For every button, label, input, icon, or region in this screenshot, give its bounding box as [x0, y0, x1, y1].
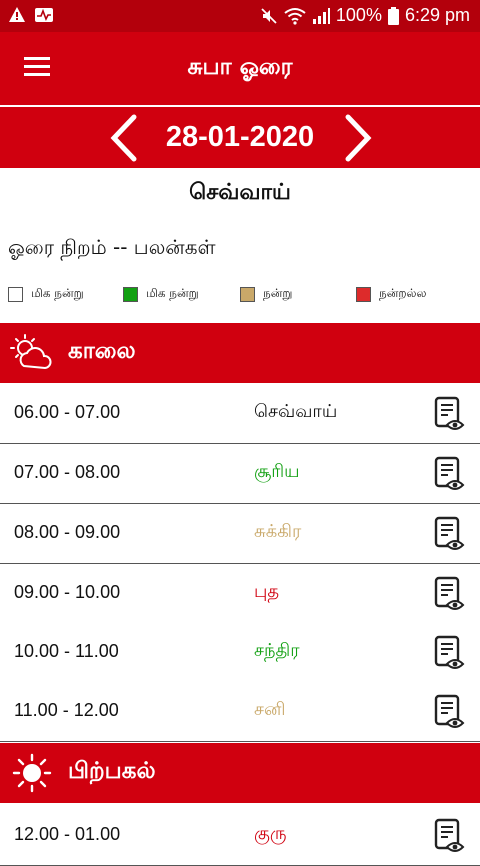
hora-row[interactable]: 11.00 - 12.00 சனி — [0, 682, 480, 742]
hora-time: 08.00 - 09.00 — [14, 522, 121, 542]
hora-row[interactable]: 12.00 - 01.00 குரு — [0, 806, 480, 866]
hora-time: 06.00 - 07.00 — [14, 402, 121, 422]
view-details-icon[interactable] — [434, 635, 466, 671]
hora-row[interactable]: 06.00 - 07.00 செவ்வாய் — [0, 384, 480, 444]
view-details-icon[interactable] — [434, 694, 466, 730]
hora-row[interactable]: 07.00 - 08.00 சூரிய — [0, 444, 480, 504]
view-details-icon[interactable] — [434, 516, 466, 552]
hora-row[interactable]: 10.00 - 11.00 சந்திர — [0, 623, 480, 683]
legend-item: நன்று — [240, 286, 292, 302]
sun-icon — [12, 753, 52, 793]
hora-planet: சுக்கிர — [254, 521, 302, 542]
hora-time: 10.00 - 11.00 — [14, 641, 119, 661]
legend-swatch-white — [8, 286, 23, 302]
hora-time: 07.00 - 08.00 — [14, 462, 121, 482]
legend-item: மிக நன்று — [123, 286, 199, 302]
legend-swatch-red — [356, 286, 371, 302]
legend-label: நன்று — [263, 286, 293, 300]
view-details-icon[interactable] — [434, 576, 466, 612]
hora-time: 12.00 - 01.00 — [14, 824, 121, 844]
hora-time: 11.00 - 12.00 — [14, 700, 119, 720]
view-details-icon[interactable] — [434, 456, 466, 492]
mute-icon — [261, 7, 277, 24]
hora-row[interactable]: 09.00 - 10.00 புத — [0, 564, 480, 624]
section-afternoon: பிற்பகல் — [0, 743, 480, 803]
next-date-icon[interactable] — [336, 113, 376, 163]
activity-icon — [35, 8, 53, 22]
legend-label: மிக நன்று — [31, 286, 84, 300]
legend-swatch-tan — [240, 286, 255, 302]
legend-label: மிக நன்று — [146, 286, 199, 300]
partly-cloudy-icon — [10, 334, 52, 370]
section-morning: காலை — [0, 323, 480, 383]
hora-time: 09.00 - 10.00 — [14, 582, 121, 602]
view-details-icon[interactable] — [434, 396, 466, 432]
signal-icon — [312, 7, 330, 24]
status-bar: 100% 6:29 pm — [0, 0, 480, 32]
hora-planet: செவ்வாய் — [254, 401, 338, 422]
hora-row[interactable]: 08.00 - 09.00 சுக்கிர — [0, 504, 480, 564]
weekday-title: செவ்வாய் — [189, 180, 291, 205]
hora-planet: சூரிய — [254, 461, 300, 482]
section-title: பிற்பகல் — [68, 758, 156, 784]
current-date: 28-01-2020 — [165, 121, 315, 153]
hora-planet: புத — [254, 581, 280, 602]
status-left-icons — [8, 6, 54, 24]
app-bar: சுபா ஓரை — [0, 32, 480, 105]
view-details-icon[interactable] — [434, 818, 466, 854]
date-navigator: 28-01-2020 — [0, 107, 480, 168]
legend-item: நன்றல்ல — [356, 286, 426, 302]
legend-swatch-green — [123, 286, 138, 302]
legend-label: நன்றல்ல — [379, 286, 427, 300]
section-title: காலை — [68, 338, 136, 364]
status-time: 6:29 pm — [404, 5, 470, 25]
legend-item: மிக நன்று — [8, 286, 84, 302]
hora-planet: சனி — [254, 699, 286, 720]
wifi-icon — [284, 7, 306, 25]
battery-percent: 100% — [335, 5, 382, 25]
hora-planet: குரு — [254, 823, 287, 844]
hora-planet: சந்திர — [254, 640, 300, 661]
warning-icon — [9, 7, 25, 22]
status-right: 100% 6:29 pm — [260, 5, 470, 26]
hora-color-legend-title: ஓரை நிறம் -- பலன்கள் — [8, 235, 216, 259]
color-legend: மிக நன்று மிக நன்று நன்று நன்றல்ல — [8, 286, 472, 306]
app-title: சுபா ஓரை — [187, 54, 293, 80]
battery-icon — [387, 6, 399, 25]
